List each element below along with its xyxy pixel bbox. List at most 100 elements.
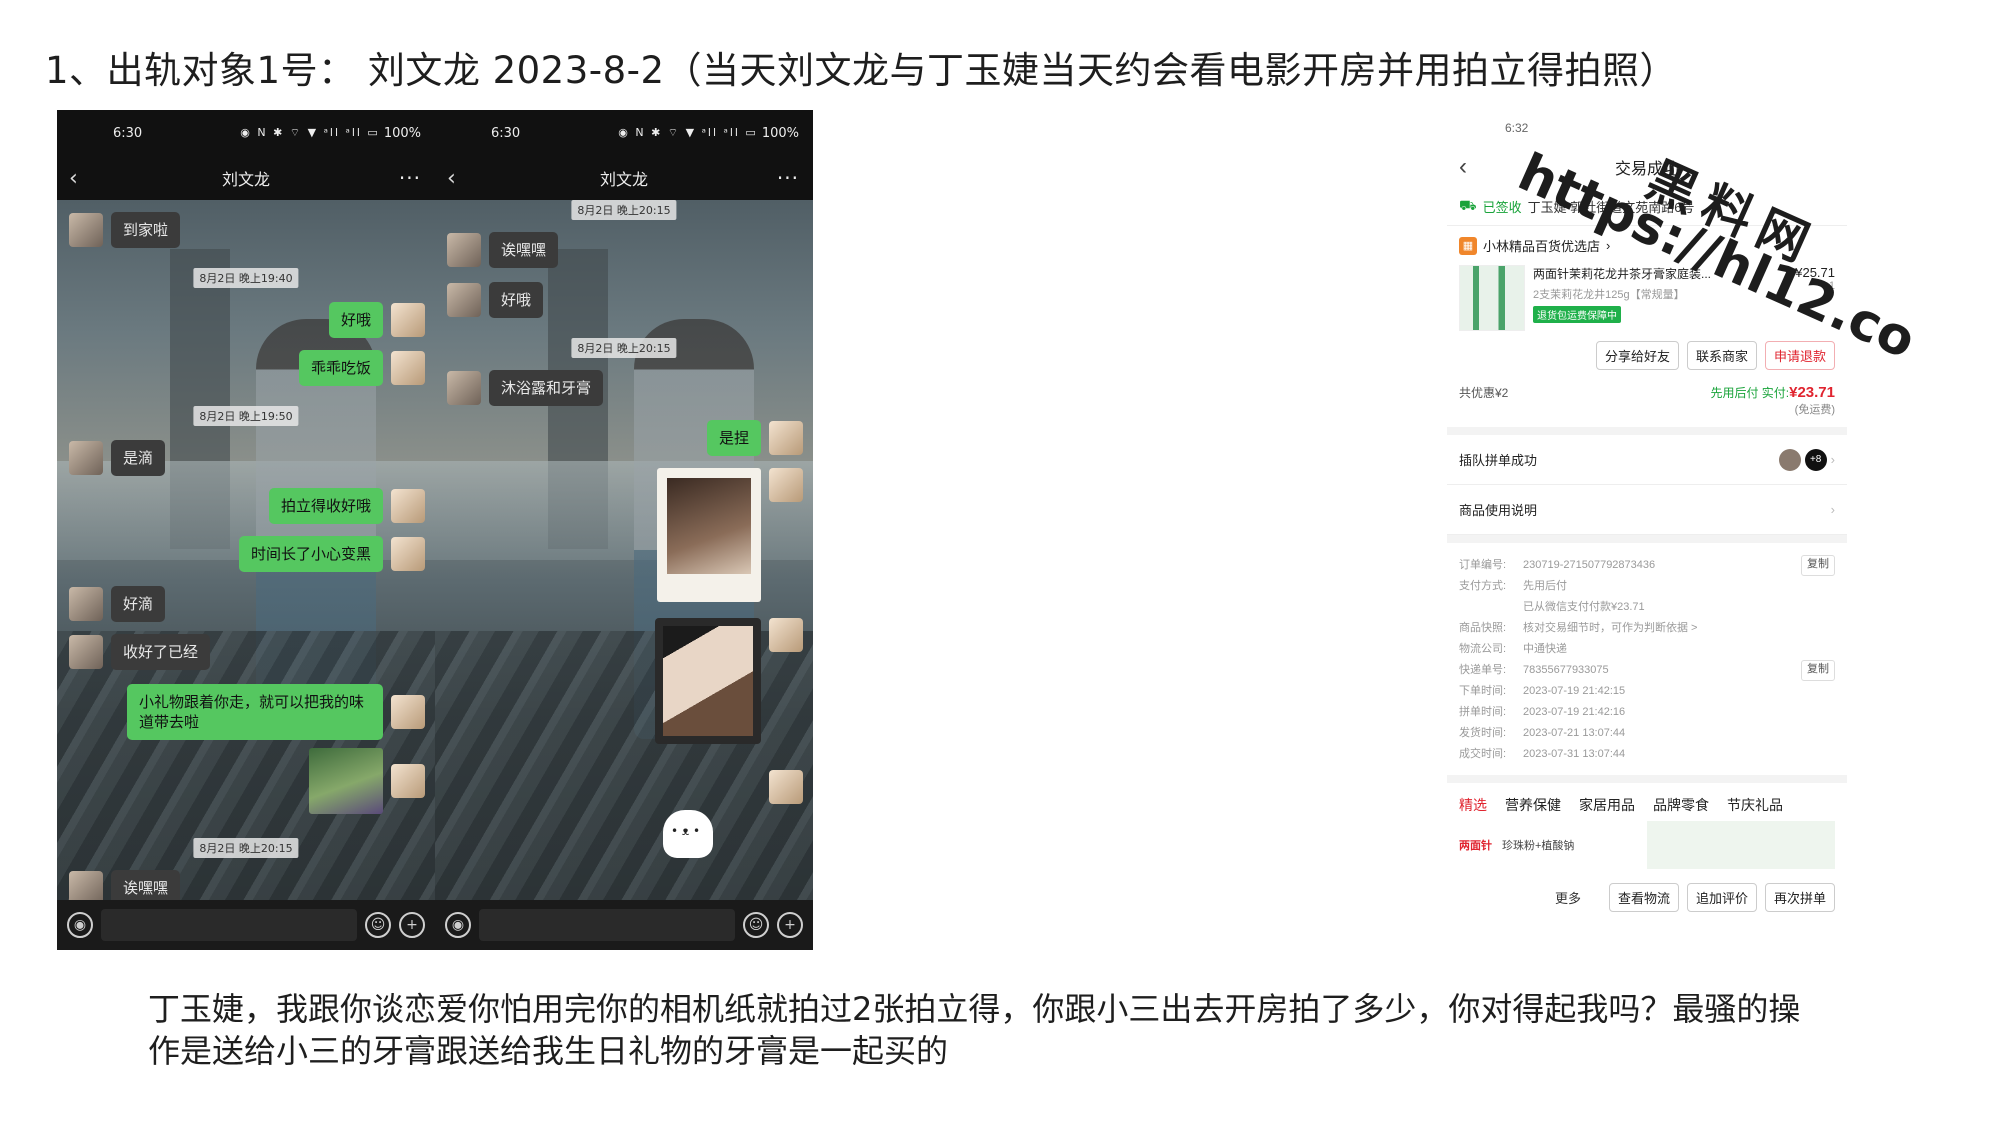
copy-button[interactable]: 复制 (1801, 660, 1835, 681)
image-message[interactable] (309, 748, 383, 814)
tab-gifts[interactable]: 节庆礼品 (1727, 795, 1783, 815)
paid-amount: ¥23.71 (1789, 384, 1835, 401)
message-input[interactable] (479, 909, 735, 941)
plus-icon[interactable]: + (777, 912, 803, 938)
avatar[interactable] (769, 770, 803, 804)
detail-row: 成交时间: 2023-07-31 13:07:44 (1459, 748, 1626, 760)
shop-name: 小林精品百货优选店 (1483, 239, 1601, 254)
order-item-card: ▦ 小林精品百货优选店 › 两面针茉莉花龙井茶牙膏家庭装... 2支茉莉花龙井1… (1447, 226, 1847, 435)
more-button[interactable]: 更多 (1555, 888, 1581, 907)
message-bubble[interactable]: 是滴 (111, 440, 166, 476)
refund-button[interactable]: 申请退款 (1764, 341, 1835, 370)
product-price: ¥25.71 (1795, 265, 1835, 280)
message-bubble[interactable]: 时间长了小心变黑 (238, 536, 383, 572)
group-buy-label: 插队拼单成功 (1459, 453, 1538, 468)
discount-dropdown[interactable]: 共优惠¥2 (1459, 384, 1508, 401)
chat-screenshot-2: 6:30 ◉ N ✱ ⌔ ▼ ᵃll ᵃll ▭ 100% ‹ 刘文龙 ··· … (435, 110, 813, 950)
message-bubble[interactable]: 好哦 (328, 302, 383, 338)
avatar[interactable] (69, 441, 103, 475)
avatar[interactable] (391, 695, 425, 729)
avatar[interactable] (769, 421, 803, 455)
message-bubble[interactable]: 好哦 (489, 282, 544, 318)
avatar[interactable] (69, 213, 103, 247)
polaroid-photo-message[interactable] (655, 618, 761, 744)
message-bubble[interactable]: 是捏 (706, 420, 761, 456)
add-review-button[interactable]: 追加评价 (1686, 883, 1757, 912)
product-title: 两面针茉莉花龙井茶牙膏家庭装... (1533, 267, 1712, 281)
message-bubble[interactable]: 收好了已经 (111, 634, 211, 670)
chat-input-bar: ◉ ☺ + (435, 900, 813, 950)
sticker-bear[interactable] (663, 810, 713, 858)
group-count: +8 (1804, 448, 1827, 471)
truck-icon: ⛟ (1459, 197, 1477, 213)
avatar[interactable] (391, 537, 425, 571)
back-icon[interactable]: ‹ (1459, 153, 1467, 181)
product-qty: ×1 (1822, 280, 1835, 292)
signed-label: 已签收 (1482, 200, 1522, 215)
message-bubble[interactable]: 沐浴露和牙膏 (489, 370, 604, 406)
message-bubble[interactable]: 小礼物跟着你走，就可以把我的味道带去啦 (127, 684, 383, 740)
avatar[interactable] (447, 233, 481, 267)
more-icon[interactable]: ··· (399, 166, 421, 190)
guarantee-badge[interactable]: 退货包运费保障中 (1533, 306, 1621, 323)
detail-row[interactable]: 商品快照: 核对交易细节时，可作为判断依据 > (1459, 618, 1835, 639)
polaroid-photo-message[interactable] (657, 468, 761, 602)
group-buy-row[interactable]: 插队拼单成功 +8 › (1447, 435, 1847, 485)
avatar[interactable] (69, 587, 103, 621)
avatar[interactable] (391, 303, 425, 337)
back-icon[interactable]: ‹ (69, 166, 78, 191)
tab-snacks[interactable]: 品牌零食 (1653, 795, 1709, 815)
copy-button[interactable]: 复制 (1801, 555, 1835, 576)
emoji-icon[interactable]: ☺ (743, 912, 769, 938)
avatar[interactable] (391, 351, 425, 385)
avatar[interactable] (391, 764, 425, 798)
back-icon[interactable]: ‹ (447, 166, 456, 191)
promo-banner[interactable]: 两面针 珍珠粉+植酸钠 (1459, 821, 1835, 869)
avatar[interactable] (69, 635, 103, 669)
detail-row: 支付方式: 先用后付 (1459, 580, 1567, 592)
avatar[interactable] (769, 618, 803, 652)
message-row: 是滴 (69, 440, 166, 476)
message-row (657, 468, 803, 602)
contact-seller-button[interactable]: 联系商家 (1686, 341, 1757, 370)
message-bubble[interactable]: 诶嘿嘿 (489, 232, 559, 268)
page-title: 1、出轨对象1号： 刘文龙 2023-8-2（当天刘文龙与丁玉婕当天约会看电影开… (45, 49, 1678, 92)
share-button[interactable]: 分享给好友 (1595, 341, 1679, 370)
message-bubble[interactable]: 拍立得收好哦 (268, 488, 383, 524)
message-row (769, 770, 803, 804)
avatar[interactable] (391, 489, 425, 523)
avatar[interactable] (447, 371, 481, 405)
product-thumbnail[interactable] (1459, 265, 1525, 331)
order-status-title: 交易成功 (1614, 161, 1679, 178)
voice-icon[interactable]: ◉ (67, 912, 93, 938)
tab-health[interactable]: 营养保健 (1505, 795, 1561, 815)
caption-text: 丁玉婕，我跟你谈恋爱你怕用完你的相机纸就拍过2张拍立得，你跟小三出去开房拍了多少… (148, 990, 1801, 1070)
message-bubble[interactable]: 好滴 (111, 586, 166, 622)
usage-instructions-row[interactable]: 商品使用说明 › (1447, 485, 1847, 535)
order-item[interactable]: 两面针茉莉花龙井茶牙膏家庭装... 2支茉莉花龙井125g【常规量】 退货包运费… (1459, 265, 1835, 331)
delivery-status[interactable]: ⛟ 已签收 丁玉婕 郭社街道文苑南路6号 (1447, 188, 1847, 226)
more-icon[interactable]: ··· (777, 166, 799, 190)
status-bar: 6:32 (1447, 110, 1847, 146)
chat-contact-name: 刘文龙 (221, 170, 270, 189)
message-row: 好哦 (328, 302, 425, 338)
view-logistics-button[interactable]: 查看物流 (1608, 883, 1679, 912)
detail-row: 已从微信支付付款¥23.71 (1523, 601, 1645, 613)
recommend-tabs: 精选 营养保健 家居用品 品牌零食 节庆礼品 (1447, 783, 1847, 821)
avatar[interactable] (769, 468, 803, 502)
plus-icon[interactable]: + (399, 912, 425, 938)
message-row (309, 748, 425, 814)
reorder-button[interactable]: 再次拼单 (1764, 883, 1835, 912)
order-details: 订单编号: 230719-271507792873436 复制 支付方式: 先用后付 … (1447, 535, 1847, 783)
chat-contact-name: 刘文龙 (599, 170, 648, 189)
message-input[interactable] (101, 909, 357, 941)
tab-featured[interactable]: 精选 (1459, 795, 1487, 815)
avatar[interactable] (447, 283, 481, 317)
message-bubble[interactable]: 到家啦 (111, 212, 181, 248)
message-bubble[interactable]: 乖乖吃饭 (298, 350, 383, 386)
tab-home[interactable]: 家居用品 (1579, 795, 1635, 815)
timestamp: 8月2日 晚上19:40 (193, 268, 299, 288)
voice-icon[interactable]: ◉ (445, 912, 471, 938)
emoji-icon[interactable]: ☺ (365, 912, 391, 938)
shop-name-link[interactable]: ▦ 小林精品百货优选店 › (1459, 236, 1835, 255)
